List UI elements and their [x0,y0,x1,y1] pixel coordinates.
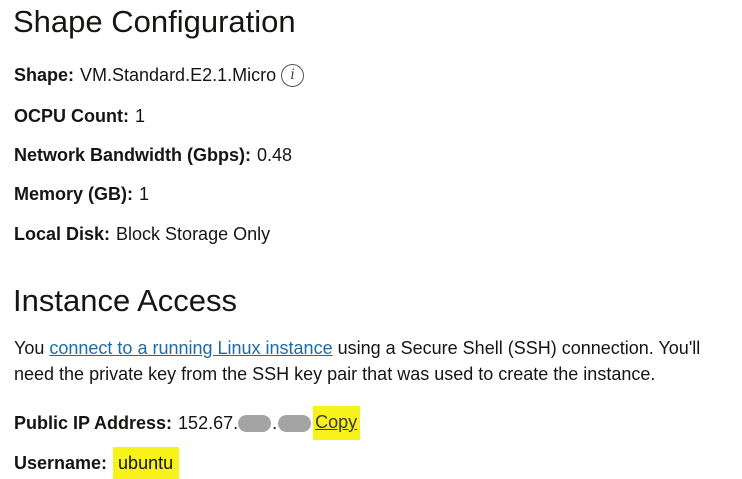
ocpu-label: OCPU Count: [14,106,129,126]
local-disk-value: Block Storage Only [116,224,271,244]
info-icon[interactable]: i [281,63,305,87]
bandwidth-label: Network Bandwidth (Gbps): [14,145,251,165]
redacted-ip-segment [238,414,272,432]
local-disk-label: Local Disk: [14,224,111,244]
ip-separator: . [272,413,278,433]
public-ip-label: Public IP Address: [14,413,173,433]
username-label: Username: [14,453,108,473]
shape-row: Shape: VM.Standard.E2.1.Micro i [14,63,305,87]
shape-value: VM.Standard.E2.1.Micro [80,65,277,85]
username-value: ubuntu [113,447,180,479]
redacted-ip-segment [278,414,312,432]
ssh-description: You connect to a running Linux instance … [14,335,730,387]
memory-value: 1 [139,184,150,204]
connect-instance-link[interactable]: connect to a running Linux instance [49,338,332,358]
bandwidth-row: Network Bandwidth (Gbps): 0.48 [14,143,292,167]
username-row: Username: ubuntu [14,447,180,479]
shape-label: Shape: [14,65,75,85]
instance-access-heading: Instance Access [13,283,238,318]
public-ip-row: Public IP Address: 152.67. . Copy [14,406,361,440]
ocpu-row: OCPU Count: 1 [14,104,145,128]
local-disk-row: Local Disk: Block Storage Only [14,222,270,246]
bandwidth-value: 0.48 [257,145,293,165]
public-ip-value: 152.67. [178,413,239,433]
memory-row: Memory (GB): 1 [14,182,149,206]
memory-label: Memory (GB): [14,184,134,204]
ocpu-value: 1 [134,106,145,126]
description-text-before: You [14,338,50,358]
copy-ip-button[interactable]: Copy [313,406,361,440]
shape-configuration-heading: Shape Configuration [13,4,296,39]
